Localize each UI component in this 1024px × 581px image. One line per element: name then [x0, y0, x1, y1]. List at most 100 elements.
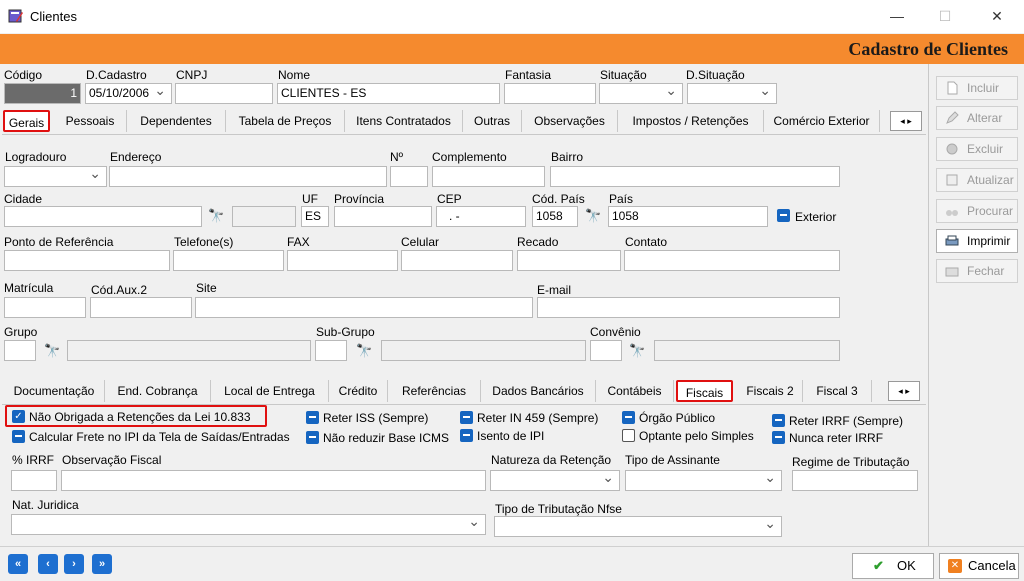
previous-record-button[interactable]: ‹ — [38, 554, 58, 574]
binoculars-icon[interactable]: 🔭 — [356, 344, 372, 358]
exterior-checkbox[interactable] — [777, 209, 790, 222]
binoculars-icon[interactable]: 🔭 — [585, 209, 601, 223]
grupo-field[interactable] — [4, 340, 36, 361]
recado-label: Recado — [517, 235, 559, 249]
pais-field[interactable]: 1058 — [608, 206, 768, 227]
cnpj-field[interactable] — [175, 83, 273, 104]
cod-aux2-field[interactable] — [90, 297, 192, 318]
first-record-button[interactable]: « — [8, 554, 28, 574]
numero-field[interactable] — [390, 166, 428, 187]
tab-observacoes[interactable]: Observações — [522, 110, 618, 132]
binoculars-icon[interactable]: 🔭 — [208, 209, 224, 223]
tab-outras[interactable]: Outras — [463, 110, 522, 132]
excluir-button[interactable]: Excluir — [936, 137, 1018, 161]
matricula-field[interactable] — [4, 297, 86, 318]
binoculars-icon[interactable]: 🔭 — [629, 344, 645, 358]
next-record-button[interactable]: › — [64, 554, 84, 574]
calcular-frete-ipi-checkbox[interactable] — [12, 430, 25, 443]
cidade-code-field — [232, 206, 296, 227]
uf-field[interactable]: ES — [301, 206, 329, 227]
site-field[interactable] — [195, 297, 533, 318]
ok-button[interactable]: ✔ OK — [852, 553, 934, 579]
fechar-button[interactable]: Fechar — [936, 259, 1018, 283]
pct-irrf-field[interactable] — [11, 470, 57, 491]
last-record-button[interactable]: » — [92, 554, 112, 574]
dsituacao-field[interactable] — [687, 83, 777, 104]
atualizar-button[interactable]: Atualizar — [936, 168, 1018, 192]
tab-dados-bancarios[interactable]: Dados Bancários — [481, 380, 596, 402]
cep-field[interactable]: . - — [436, 206, 526, 227]
tab-fiscais-2[interactable]: Fiscais 2 — [738, 380, 803, 402]
procurar-button[interactable]: Procurar — [936, 199, 1018, 223]
dcadastro-label: D.Cadastro — [86, 68, 147, 82]
fantasia-field[interactable] — [504, 83, 596, 104]
refresh-icon — [946, 174, 958, 186]
tab-documentacao[interactable]: Documentação — [4, 380, 105, 402]
tipo-assinante-select[interactable] — [625, 470, 782, 491]
fax-field[interactable] — [287, 250, 398, 271]
tab-impostos-retencoes[interactable]: Impostos / Retenções — [618, 110, 764, 132]
convenio-field[interactable] — [590, 340, 622, 361]
nat-juridica-select[interactable] — [11, 514, 486, 535]
provincia-field[interactable] — [334, 206, 432, 227]
regime-tributacao-label: Regime de Tributação — [792, 455, 910, 469]
cancel-button[interactable]: ✕ Cancela — [939, 553, 1019, 579]
cancel-icon: ✕ — [948, 559, 962, 573]
reter-in459-checkbox[interactable] — [460, 411, 473, 424]
observacao-fiscal-field[interactable] — [61, 470, 486, 491]
minimize-button[interactable]: — — [874, 0, 920, 33]
bairro-field[interactable] — [550, 166, 840, 187]
reter-iss-checkbox[interactable] — [306, 411, 319, 424]
situacao-select[interactable] — [599, 83, 683, 104]
tab-gerais[interactable]: Gerais — [3, 110, 50, 132]
orgao-publico-checkbox[interactable] — [622, 411, 635, 424]
imprimir-button[interactable]: Imprimir — [936, 229, 1018, 253]
tab-pessoais[interactable]: Pessoais — [54, 110, 127, 132]
optante-simples-checkbox[interactable] — [622, 429, 635, 442]
close-button[interactable]: ✕ — [974, 0, 1020, 33]
subgrupo-field[interactable] — [315, 340, 347, 361]
cod-pais-field[interactable]: 1058 — [532, 206, 578, 227]
isento-ipi-checkbox[interactable] — [460, 429, 473, 442]
tab-fiscal-3[interactable]: Fiscal 3 — [803, 380, 872, 402]
maximize-button[interactable]: ☐ — [922, 0, 968, 33]
nao-reduzir-base-icms-checkbox[interactable] — [306, 431, 319, 444]
logradouro-select[interactable] — [4, 166, 107, 187]
alterar-button[interactable]: Alterar — [936, 106, 1018, 130]
binoculars-icon[interactable]: 🔭 — [44, 344, 60, 358]
tab-contabeis[interactable]: Contábeis — [596, 380, 674, 402]
bottom-tabs-scroll-arrows[interactable]: ◂ ▸ — [888, 381, 920, 401]
nunca-reter-irrf-checkbox[interactable] — [772, 431, 785, 444]
contato-field[interactable] — [624, 250, 840, 271]
email-field[interactable] — [537, 297, 840, 318]
logradouro-label: Logradouro — [5, 150, 67, 164]
dcadastro-field[interactable]: 05/10/2006 — [85, 83, 172, 104]
recado-field[interactable] — [517, 250, 621, 271]
endereco-field[interactable] — [109, 166, 387, 187]
ok-label: OK — [897, 558, 916, 573]
top-tabs-scroll-arrows[interactable]: ◂ ▸ — [890, 111, 922, 131]
tab-fiscais[interactable]: Fiscais — [676, 380, 733, 402]
tipo-tributacao-nfse-select[interactable] — [494, 516, 782, 537]
reter-irrf-checkbox[interactable] — [772, 414, 785, 427]
tab-local-entrega[interactable]: Local de Entrega — [211, 380, 329, 402]
telefone-field[interactable] — [173, 250, 284, 271]
nao-obrigada-retencoes-checkbox[interactable]: ✓ — [12, 410, 25, 423]
celular-field[interactable] — [401, 250, 513, 271]
tab-comercio-exterior[interactable]: Comércio Exterior — [764, 110, 880, 132]
tab-tabela-precos[interactable]: Tabela de Preços — [226, 110, 345, 132]
complemento-field[interactable] — [432, 166, 545, 187]
tab-itens-contratados[interactable]: Itens Contratados — [345, 110, 463, 132]
natureza-retencao-select[interactable] — [490, 470, 620, 491]
ponto-referencia-field[interactable] — [4, 250, 170, 271]
codigo-field[interactable]: 1 — [4, 83, 81, 104]
cidade-field[interactable] — [4, 206, 202, 227]
regime-tributacao-field[interactable] — [792, 470, 918, 491]
tab-referencias[interactable]: Referências — [388, 380, 481, 402]
tab-end-cobranca[interactable]: End. Cobrança — [105, 380, 211, 402]
tipo-assinante-label: Tipo de Assinante — [625, 453, 720, 467]
tab-credito[interactable]: Crédito — [329, 380, 388, 402]
incluir-button[interactable]: Incluir — [936, 76, 1018, 100]
nome-field[interactable]: CLIENTES - ES — [277, 83, 500, 104]
tab-dependentes[interactable]: Dependentes — [127, 110, 226, 132]
